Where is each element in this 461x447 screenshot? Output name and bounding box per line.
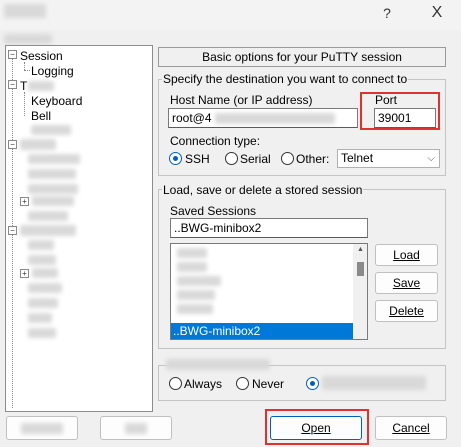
close-on-exit-label-redacted [166,359,270,370]
panel-header: Basic options for your PuTTY session [158,47,446,67]
close-button[interactable]: X [420,2,454,24]
tree-item-redacted [28,169,76,179]
chevron-down-icon: ⌵ [427,153,435,164]
always-radio[interactable] [169,377,182,390]
saved-session-field[interactable]: ..BWG-minibox2 [170,218,368,238]
category-label-redacted [4,34,52,44]
tree-item-redacted [28,328,56,338]
collapse-icon[interactable]: − [8,80,17,89]
other-protocol-value: Telnet [341,151,374,165]
clean-exit-label-redacted [322,376,426,390]
title-bar: ? X [0,0,461,30]
tree-item-redacted [28,81,54,91]
tree-line [24,92,25,116]
list-item-redacted [177,304,213,314]
about-button[interactable] [6,416,78,440]
scroll-up-icon[interactable]: ▲ [357,246,364,253]
tree-item-redacted [32,196,74,206]
collapse-icon[interactable]: − [8,50,17,59]
tree-item-terminal[interactable]: T [20,79,27,93]
tree-item-redacted [31,125,71,135]
help-button[interactable]: ? [372,2,402,24]
tree-item-redacted [28,283,62,293]
window-title-redacted [4,4,46,18]
list-item-redacted [177,248,207,258]
saved-sessions-list[interactable]: ..BWG-minibox2 ▲ [170,243,368,340]
save-label: Save [392,276,421,290]
help-label-redacted [125,423,147,434]
clean-exit-radio[interactable] [306,377,319,390]
help-footer-button[interactable] [100,416,172,440]
tree-item-logging[interactable]: Logging [31,64,74,78]
tree-item-redacted [28,211,68,221]
destination-group-label: Specify the destination you want to conn… [162,72,409,86]
load-label: Load [393,248,420,262]
never-radio[interactable] [236,377,249,390]
other-protocol-select[interactable]: Telnet ⌵ [337,149,440,168]
expand-icon[interactable]: + [20,269,29,278]
tree-item-redacted [28,298,58,308]
cancel-label: Cancel [392,421,430,435]
delete-label: Delete [389,304,424,318]
collapse-icon[interactable]: − [8,140,17,149]
save-button[interactable]: Save [375,272,438,294]
tree-item-redacted [28,184,78,194]
tree-item-keyboard[interactable]: Keyboard [31,94,82,108]
cancel-button[interactable]: Cancel [375,416,447,440]
tree-item-redacted [20,225,76,236]
load-button[interactable]: Load [375,244,438,266]
other-label[interactable]: Other: [296,152,329,166]
list-item-redacted [177,262,207,272]
list-item-redacted [177,290,215,300]
host-field[interactable]: root@4 [168,108,358,128]
host-value: root@4 [172,111,212,125]
host-label: Host Name (or IP address) [170,93,313,107]
other-radio[interactable] [281,152,294,165]
host-redacted [215,113,335,124]
tree-item-redacted [32,268,58,278]
expand-icon[interactable]: + [20,197,29,206]
collapse-icon[interactable]: − [8,226,17,235]
scroll-thumb[interactable] [357,262,364,276]
ssh-label[interactable]: SSH [185,152,210,166]
always-label[interactable]: Always [184,377,222,391]
list-scrollbar[interactable]: ▲ [353,244,367,339]
tree-item-session[interactable]: Session [20,49,63,63]
about-label-redacted [21,423,63,434]
tree-item-redacted [28,154,80,164]
serial-label[interactable]: Serial [240,152,271,166]
saved-sessions-label: Saved Sessions [170,204,257,218]
delete-button[interactable]: Delete [375,300,438,322]
tree-item-redacted [20,139,56,150]
sessions-group-label: Load, save or delete a stored session [162,183,364,197]
tree-line [24,62,25,70]
list-item-redacted [177,276,221,286]
tree-line [24,70,30,71]
tree-item-bell[interactable]: Bell [31,109,51,123]
ssh-radio[interactable] [169,152,182,165]
port-highlight [360,92,440,130]
list-item-selected[interactable]: ..BWG-minibox2 [171,323,353,339]
tree-item-redacted [28,255,56,265]
tree-item-redacted [28,313,52,323]
open-highlight [265,409,369,445]
connection-type-label: Connection type: [170,134,261,148]
tree-item-redacted [28,240,54,250]
never-label[interactable]: Never [252,377,284,391]
serial-radio[interactable] [225,152,238,165]
category-tree[interactable]: − Session Logging − T Keyboard Bell − + … [5,45,153,412]
